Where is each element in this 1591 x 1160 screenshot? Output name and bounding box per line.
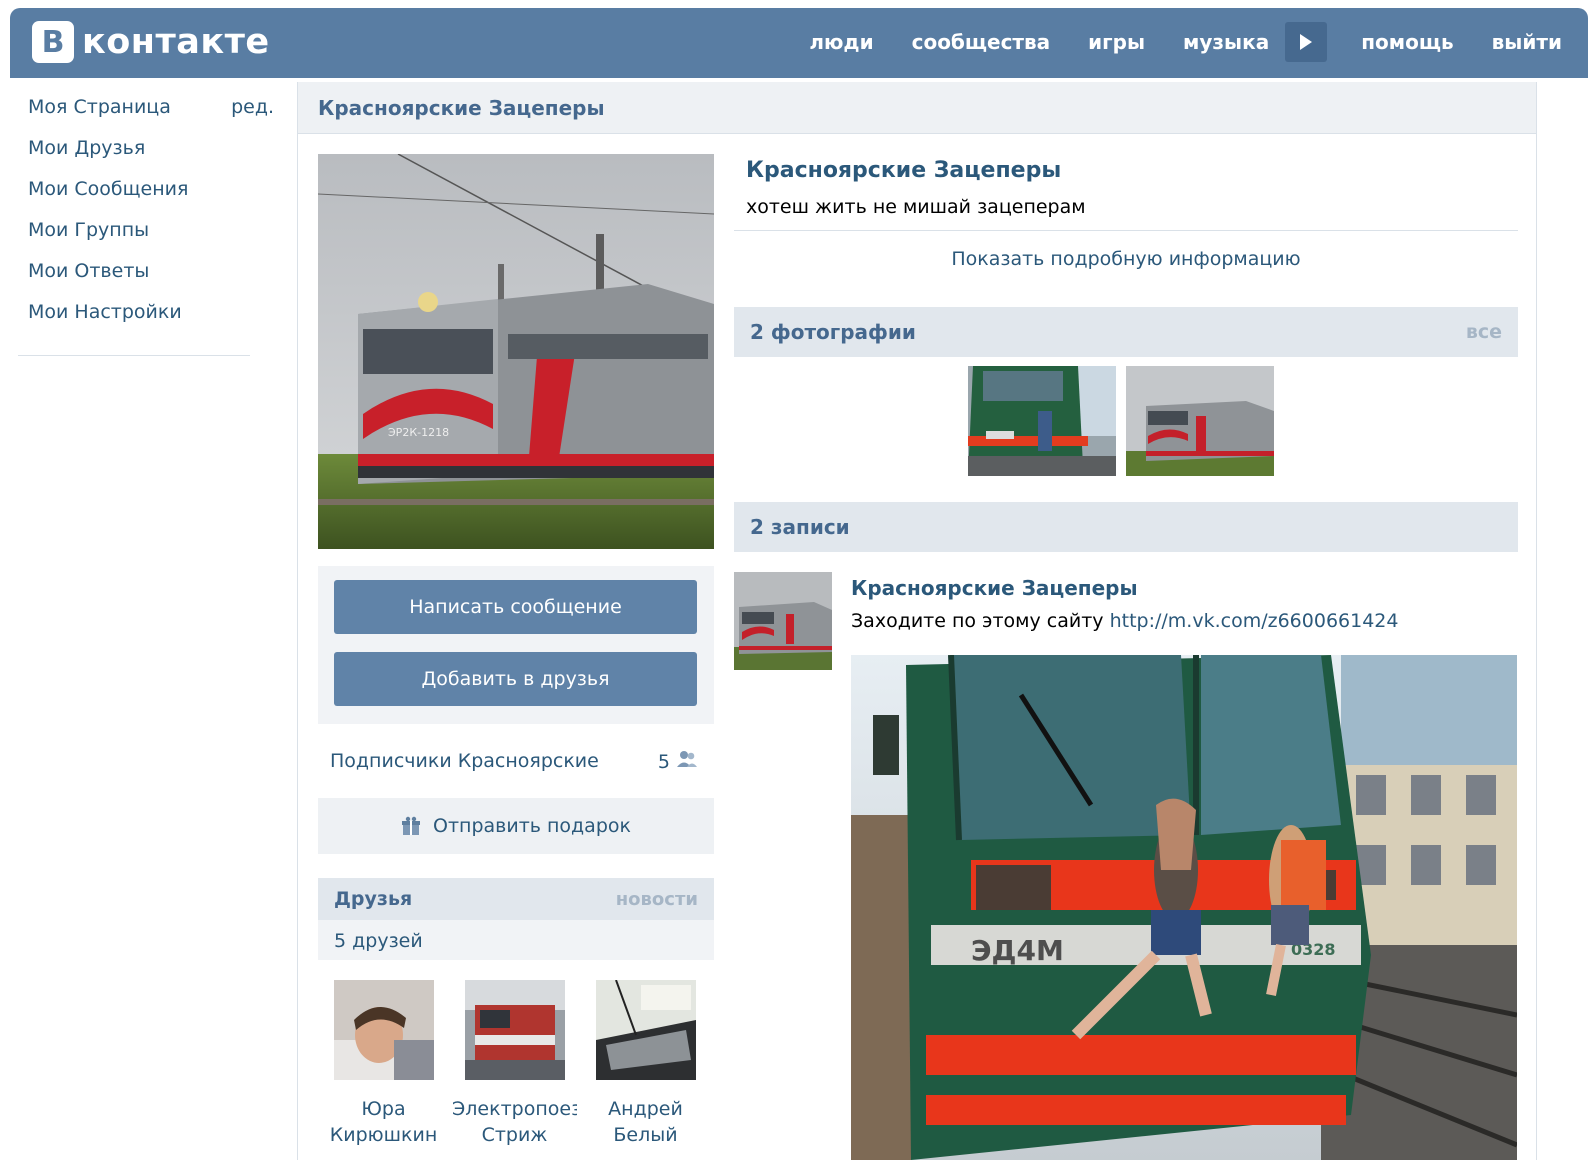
friends-count[interactable]: 5 друзей (318, 920, 714, 960)
music-play-button[interactable] (1285, 22, 1328, 62)
friend-photo-2 (464, 980, 565, 1080)
nav-help[interactable]: помощь (1361, 30, 1453, 54)
friend-name[interactable]: Андрей Белый (608, 1096, 683, 1148)
nav-games[interactable]: игры (1088, 30, 1145, 54)
photo-thumbnails (968, 366, 1284, 476)
send-gift-label: Отправить подарок (433, 815, 631, 837)
menu-friends-link[interactable]: Мои Друзья (28, 137, 145, 178)
nav-logout[interactable]: выйти (1492, 30, 1562, 54)
friend-first-name: Андрей (608, 1098, 683, 1120)
post-photo-image: ЭД4М 0328 (851, 655, 1517, 1160)
posts-title: 2 записи (750, 515, 850, 539)
photos-title: 2 фотографии (750, 320, 916, 344)
menu-messages-link[interactable]: Мои Сообщения (28, 178, 188, 219)
photos-section-header[interactable]: 2 фотографии все (734, 307, 1518, 357)
friend-photo-1 (333, 980, 434, 1080)
nav-people[interactable]: люди (809, 30, 873, 54)
menu-my-page-link[interactable]: Моя Страница (28, 96, 171, 137)
page-title-bar: Красноярские Зацеперы (298, 82, 1536, 134)
send-message-button[interactable]: Написать сообщение (334, 580, 697, 634)
nav-communities[interactable]: сообщества (912, 30, 1051, 54)
avatar-train-label: ЭР2К-1218 (388, 426, 449, 439)
menu-edit-link[interactable]: ред. (231, 96, 274, 137)
friend-name[interactable]: Электропоезд Стриж (452, 1096, 577, 1148)
friends-title[interactable]: Друзья (334, 888, 412, 910)
post-text-body: Заходите по этому сайту (851, 610, 1110, 632)
menu-item-groups: Мои Группы (28, 219, 278, 260)
main-content: Красноярские Зацеперы ЭР2К-1218 Написать… (297, 82, 1537, 1160)
profile-actions: Написать сообщение Добавить в друзья (318, 566, 714, 724)
friend-avatar[interactable] (464, 980, 565, 1080)
photo-thumb[interactable] (968, 366, 1116, 476)
friend-item[interactable]: Андрей Белый (580, 980, 711, 1148)
friends-header: Друзья новости (318, 878, 714, 920)
post-text: Заходите по этому сайту http://m.vk.com/… (851, 610, 1398, 632)
friend-photo-3 (595, 980, 696, 1080)
friends-news-link[interactable]: новости (616, 889, 698, 910)
menu-item-friends: Мои Друзья (28, 137, 278, 178)
friends-grid: Юра Кирюшкин Электропоезд Стриж (318, 980, 714, 1148)
train-photo-image: ЭР2К-1218 (318, 154, 714, 549)
left-menu: Моя Страница ред. Мои Друзья Мои Сообщен… (18, 96, 278, 356)
post-author-name[interactable]: Красноярские Зацеперы (851, 576, 1138, 600)
top-nav: люди сообщества игры музыка помощь выйти (771, 22, 1562, 62)
friend-last-name: Стриж (481, 1124, 548, 1146)
subscribers-count-wrap: 5 (658, 750, 698, 773)
profile-name: Красноярские Зацеперы (746, 158, 1062, 183)
post-avatar-image (734, 572, 832, 670)
subscribers-label: Подписчики Красноярские (330, 750, 599, 772)
posts-section-header[interactable]: 2 записи (734, 502, 1518, 552)
page-title: Красноярские Зацеперы (318, 96, 605, 120)
gift-icon (402, 816, 420, 835)
photo-thumb[interactable] (1126, 366, 1274, 476)
vk-logo[interactable]: B контакте (32, 20, 270, 64)
friend-last-name: Кирюшкин (329, 1124, 438, 1146)
add-friend-button[interactable]: Добавить в друзья (334, 652, 697, 706)
train-number-label: ЭД4М (971, 934, 1064, 967)
info-divider (734, 230, 1518, 231)
top-header: B контакте люди сообщества игры музыка п… (10, 8, 1588, 78)
friend-first-name: Юра (361, 1098, 406, 1120)
post-link[interactable]: http://m.vk.com/z6600661424 (1110, 610, 1399, 632)
friend-item[interactable]: Юра Кирюшкин (318, 980, 449, 1148)
friend-last-name: Белый (613, 1124, 678, 1146)
photo-thumb-2 (1126, 366, 1274, 476)
people-icon (677, 751, 697, 767)
photo-thumb-1 (968, 366, 1116, 476)
menu-divider (18, 355, 250, 356)
menu-item-settings: Мои Настройки (28, 301, 278, 342)
send-gift-button[interactable]: Отправить подарок (318, 798, 714, 854)
post-author-avatar[interactable] (734, 572, 832, 670)
profile-status: хотеш жить не мишай зацеперам (746, 196, 1086, 218)
menu-item-answers: Мои Ответы (28, 260, 278, 301)
friend-avatar[interactable] (595, 980, 696, 1080)
post-photo[interactable]: ЭД4М 0328 (851, 655, 1517, 1160)
subscribers-row[interactable]: Подписчики Красноярские 5 (330, 750, 698, 773)
menu-groups-link[interactable]: Мои Группы (28, 219, 149, 260)
menu-item-my-page: Моя Страница ред. (28, 96, 278, 137)
friend-avatar[interactable] (333, 980, 434, 1080)
show-more-info-link[interactable]: Показать подробную информацию (734, 248, 1518, 270)
logo-badge: B (32, 21, 74, 63)
friend-item[interactable]: Электропоезд Стриж (449, 980, 580, 1148)
menu-item-messages: Мои Сообщения (28, 178, 278, 219)
play-icon (1300, 34, 1313, 50)
friend-name[interactable]: Юра Кирюшкин (330, 1096, 438, 1148)
logo-text: контакте (82, 22, 270, 62)
nav-music[interactable]: музыка (1183, 30, 1269, 54)
subscribers-count: 5 (657, 751, 670, 773)
menu-settings-link[interactable]: Мои Настройки (28, 301, 182, 342)
profile-photo[interactable]: ЭР2К-1218 (318, 154, 714, 549)
menu-answers-link[interactable]: Мои Ответы (28, 260, 149, 301)
friend-first-name: Электропоезд (452, 1098, 577, 1120)
photos-all-link[interactable]: все (1466, 321, 1502, 343)
